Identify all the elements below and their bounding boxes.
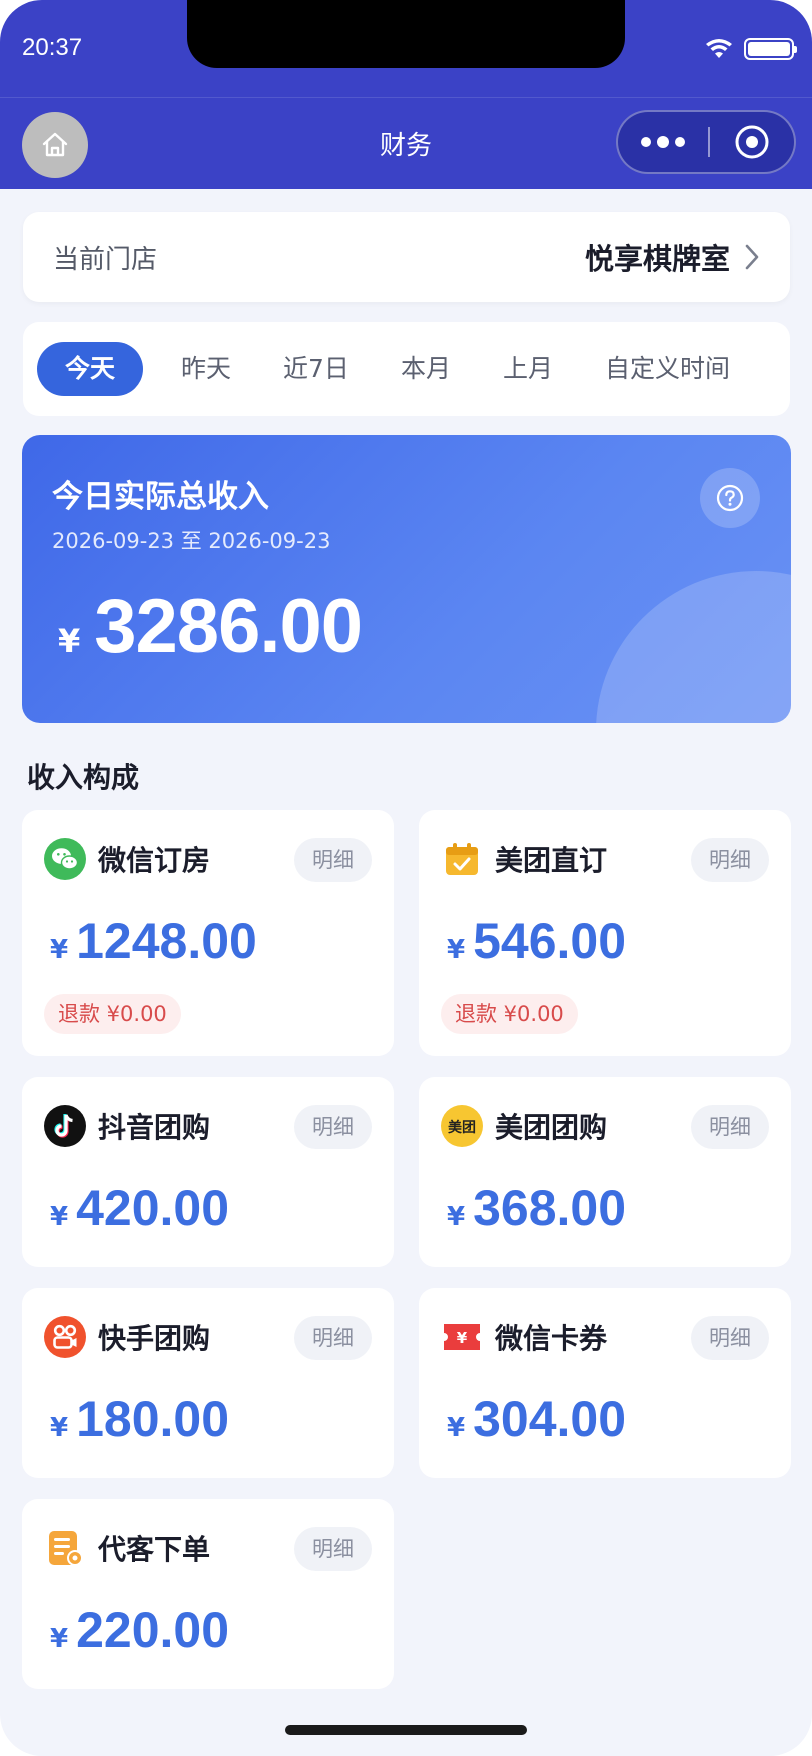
income-card-header: 美团直订 <box>441 838 607 880</box>
income-card-meituan-direct: 美团直订 明细 ¥ 546.00 退款 ¥0.00 <box>419 810 791 1056</box>
store-selector[interactable]: 当前门店 悦享棋牌室 <box>23 212 790 302</box>
income-amount: ¥ 304.00 <box>447 1390 626 1448</box>
detail-button[interactable]: 明细 <box>294 838 372 882</box>
currency-symbol: ¥ <box>447 1413 466 1443</box>
detail-button[interactable]: 明细 <box>294 1316 372 1360</box>
chevron-right-icon <box>745 244 759 270</box>
status-time: 20:37 <box>22 34 83 61</box>
income-source-name: 抖音团购 <box>98 1111 211 1144</box>
income-amount: ¥ 368.00 <box>447 1179 626 1237</box>
more-dot-icon <box>675 137 685 147</box>
income-source-name: 微信订房 <box>98 844 211 877</box>
income-amount-value: 368.00 <box>473 1180 627 1236</box>
close-miniprogram-button[interactable] <box>710 124 794 160</box>
wechat-icon <box>44 838 86 880</box>
income-amount: ¥ 546.00 <box>447 912 626 970</box>
tab-last-7-days[interactable]: 近7日 <box>263 342 369 396</box>
currency-symbol: ¥ <box>50 935 69 965</box>
section-title-income-breakdown: 收入构成 <box>27 761 140 794</box>
top-bar: 20:37 财务 <box>0 0 812 189</box>
income-card-order-on-behalf: 代客下单 明细 ¥ 220.00 <box>22 1499 394 1689</box>
more-dot-icon <box>641 137 651 147</box>
douyin-icon <box>44 1105 86 1147</box>
income-source-name: 微信卡券 <box>495 1322 608 1355</box>
detail-button[interactable]: 明细 <box>691 1105 769 1149</box>
currency-symbol: ¥ <box>50 1202 69 1232</box>
tab-today[interactable]: 今天 <box>37 342 144 396</box>
target-close-icon <box>735 125 769 159</box>
date-range-tabs: 今天 昨天 近7日 本月 上月 自定义时间 <box>23 322 790 416</box>
device-notch <box>187 0 625 68</box>
currency-symbol: ¥ <box>447 935 466 965</box>
mini-program-capsule <box>616 110 796 174</box>
income-amount-value: 546.00 <box>473 913 627 969</box>
total-income-title: 今日实际总收入 <box>52 479 269 515</box>
order-list-icon <box>44 1527 86 1569</box>
meituan-icon: 美团 <box>441 1105 483 1147</box>
currency-symbol: ¥ <box>50 1413 69 1443</box>
kuaishou-icon <box>44 1316 86 1358</box>
income-amount-value: 1248.00 <box>76 913 257 969</box>
more-dot-icon <box>657 136 669 148</box>
help-button[interactable] <box>700 468 760 528</box>
income-card-header: ¥ 微信卡券 <box>441 1316 607 1358</box>
detail-button[interactable]: 明细 <box>294 1105 372 1149</box>
income-card-wechat-booking: 微信订房 明细 ¥ 1248.00 退款 ¥0.00 <box>22 810 394 1056</box>
total-income-card: 今日实际总收入 2026-09-23 至 2026-09-23 ¥ 3286.0… <box>22 435 791 723</box>
income-amount: ¥ 180.00 <box>50 1390 229 1448</box>
income-card-douyin: 抖音团购 明细 ¥ 420.00 <box>22 1077 394 1267</box>
income-card-header: 代客下单 <box>44 1527 210 1569</box>
status-icons <box>704 38 797 60</box>
decorative-bubble <box>596 571 791 723</box>
income-source-name: 美团直订 <box>495 844 608 877</box>
question-icon <box>716 484 744 512</box>
phone-screen: 20:37 财务 当前门店 悦享棋牌室 今天 昨天 近7日 本月 上月 自定义时… <box>0 0 812 1756</box>
home-indicator[interactable] <box>285 1725 527 1735</box>
store-label: 当前门店 <box>53 244 158 275</box>
coupon-icon: ¥ <box>441 1316 483 1358</box>
income-card-header: 抖音团购 <box>44 1105 210 1147</box>
income-amount-value: 420.00 <box>76 1180 230 1236</box>
refund-badge: 退款 ¥0.00 <box>441 994 578 1034</box>
income-amount-value: 304.00 <box>473 1391 627 1447</box>
tab-custom-time[interactable]: 自定义时间 <box>585 342 750 396</box>
calendar-check-icon <box>441 838 483 880</box>
meituan-icon-text: 美团 <box>448 1119 476 1136</box>
store-value: 悦享棋牌室 <box>585 236 760 278</box>
income-card-meituan-group: 美团 美团团购 明细 ¥ 368.00 <box>419 1077 791 1267</box>
tab-this-month[interactable]: 本月 <box>381 342 471 396</box>
wifi-icon <box>706 39 732 58</box>
detail-button[interactable]: 明细 <box>691 1316 769 1360</box>
income-amount-value: 220.00 <box>76 1602 230 1658</box>
more-button[interactable] <box>618 112 708 172</box>
refund-badge: 退款 ¥0.00 <box>44 994 181 1034</box>
income-source-name: 代客下单 <box>98 1533 211 1566</box>
income-amount: ¥ 420.00 <box>50 1179 229 1237</box>
total-date-range: 2026-09-23 至 2026-09-23 <box>52 529 331 553</box>
income-amount: ¥ 1248.00 <box>50 912 257 970</box>
income-source-name: 美团团购 <box>495 1111 608 1144</box>
income-card-header: 微信订房 <box>44 838 210 880</box>
nav-divider <box>0 97 812 98</box>
income-card-header: 美团 美团团购 <box>441 1105 607 1147</box>
income-card-kuaishou: 快手团购 明细 ¥ 180.00 <box>22 1288 394 1478</box>
coupon-icon-text: ¥ <box>457 1329 468 1347</box>
total-amount-value: 3286.00 <box>94 584 363 669</box>
income-amount-value: 180.00 <box>76 1391 230 1447</box>
detail-button[interactable]: 明细 <box>691 838 769 882</box>
currency-symbol: ¥ <box>447 1202 466 1232</box>
battery-icon <box>744 38 797 60</box>
income-amount: ¥ 220.00 <box>50 1601 229 1659</box>
total-amount: ¥ 3286.00 <box>58 583 363 670</box>
income-card-wechat-coupon: ¥ 微信卡券 明细 ¥ 304.00 <box>419 1288 791 1478</box>
store-name: 悦享棋牌室 <box>584 242 730 276</box>
income-card-header: 快手团购 <box>44 1316 210 1358</box>
currency-symbol: ¥ <box>58 622 81 660</box>
tab-yesterday[interactable]: 昨天 <box>161 342 251 396</box>
tab-last-month[interactable]: 上月 <box>483 342 573 396</box>
detail-button[interactable]: 明细 <box>294 1527 372 1571</box>
currency-symbol: ¥ <box>50 1624 69 1654</box>
income-source-name: 快手团购 <box>98 1322 211 1355</box>
